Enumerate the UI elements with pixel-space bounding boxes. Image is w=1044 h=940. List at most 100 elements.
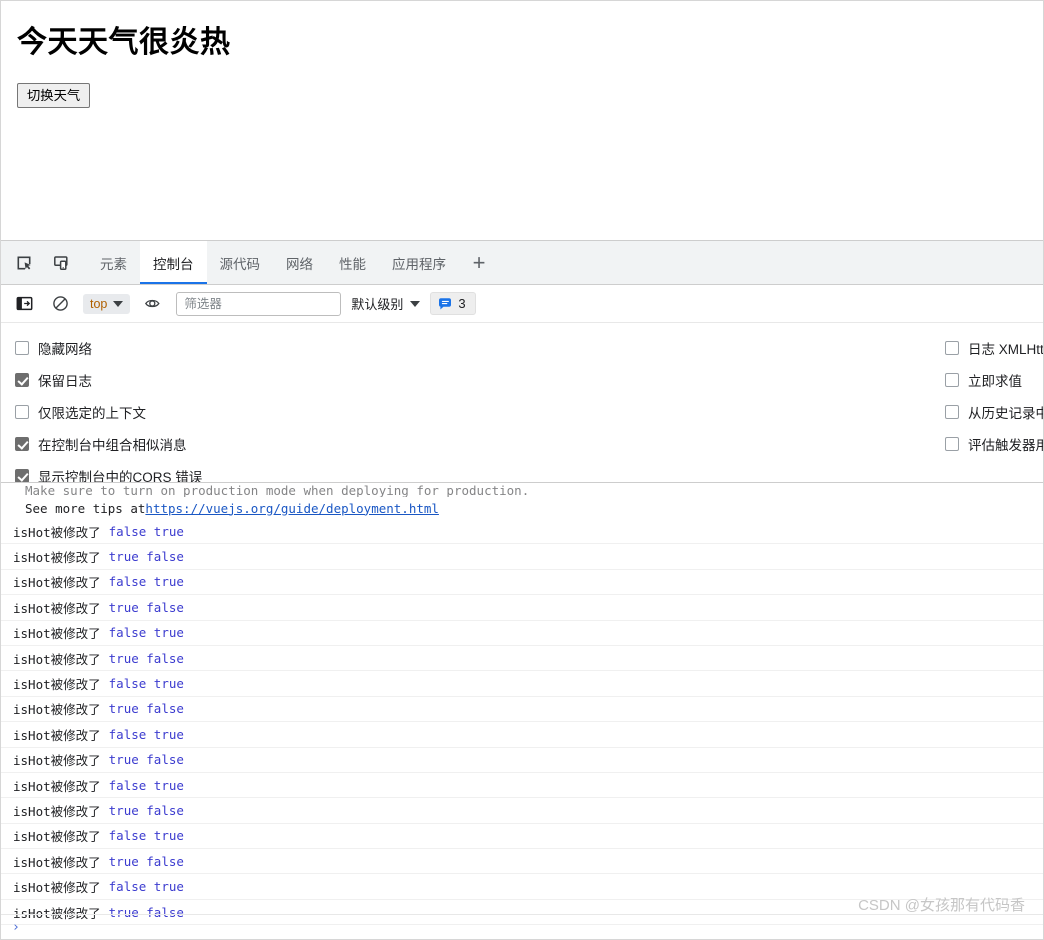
console-log-label: isHot被修改了	[13, 626, 101, 642]
checkbox-icon[interactable]	[15, 341, 29, 355]
setting-label: 从历史记录中自动补全	[968, 406, 1043, 421]
tab-label: 元素	[100, 256, 127, 272]
setting-label: 仅限选定的上下文	[38, 406, 146, 421]
console-log-label: isHot被修改了	[13, 803, 101, 819]
console-sidebar-icon[interactable]	[11, 291, 37, 317]
console-log-row: isHot被修改了 false true	[1, 722, 1043, 748]
console-log-label: isHot被修改了	[13, 702, 101, 718]
setting-log-xhr[interactable]: 日志 XMLHttpRequests	[945, 332, 1043, 364]
console-log-values: false true	[108, 879, 184, 895]
console-log-values: false true	[108, 523, 184, 539]
tab-label: 性能	[339, 256, 366, 272]
setting-eager-evaluation[interactable]: 立即求值	[945, 364, 1043, 396]
console-log-values: false true	[108, 777, 184, 793]
console-settings-left-column: 隐藏网络 保留日志 仅限选定的上下文 在控制台中组合相似消息 显示控制台中的CO…	[15, 332, 202, 482]
console-log-values: false true	[108, 574, 184, 590]
setting-label: 立即求值	[968, 374, 1022, 389]
console-log-label: isHot被修改了	[13, 753, 101, 769]
console-log-values: false true	[108, 828, 184, 844]
console-log-values: true false	[108, 752, 184, 768]
setting-evaluate-triggers-user-activation[interactable]: 评估触发器用户激活	[945, 428, 1043, 460]
checkbox-icon[interactable]	[945, 405, 959, 419]
info-message-icon	[439, 297, 452, 309]
toggle-weather-button[interactable]: 切换天气	[17, 83, 91, 108]
console-log-row: isHot被修改了 true false	[1, 849, 1043, 875]
console-log-label: isHot被修改了	[13, 880, 101, 896]
console-log-label: isHot被修改了	[13, 778, 101, 794]
prompt-symbol: ›	[12, 919, 20, 935]
tab-network[interactable]: 网络	[273, 241, 326, 284]
checkbox-icon[interactable]	[945, 341, 959, 355]
devtools-tabs: 元素 控制台 源代码 网络 性能 应用程序 +	[87, 241, 499, 284]
console-log-values: false true	[108, 726, 184, 742]
setting-label: 日志 XMLHttpRequests	[968, 342, 1043, 357]
setting-selected-context-only[interactable]: 仅限选定的上下文	[15, 396, 202, 428]
setting-hide-network[interactable]: 隐藏网络	[15, 332, 202, 364]
console-log-area[interactable]: Make sure to turn on production mode whe…	[1, 483, 1043, 939]
tab-label: 源代码	[219, 256, 261, 272]
deployment-guide-link[interactable]: https://vuejs.org/guide/deployment.html	[145, 501, 439, 516]
warning-tip-prefix: See more tips at	[25, 500, 146, 516]
setting-autocomplete-from-history[interactable]: 从历史记录中自动补全	[945, 396, 1043, 428]
console-input-prompt[interactable]: ›	[1, 914, 1043, 939]
checkbox-icon[interactable]	[15, 469, 29, 482]
tab-label: 网络	[286, 256, 313, 272]
console-log-values: true false	[108, 650, 184, 666]
setting-label: 保留日志	[38, 374, 92, 389]
console-log-row: isHot被修改了 false true	[1, 671, 1043, 697]
execution-context-label: top	[90, 296, 108, 311]
console-settings-right-column: 日志 XMLHttpRequests 立即求值 从历史记录中自动补全 评估触发器…	[945, 332, 1043, 460]
console-log-row: isHot被修改了 false true	[1, 570, 1043, 596]
setting-show-cors-errors[interactable]: 显示控制台中的CORS 错误	[15, 460, 202, 482]
console-log-label: isHot被修改了	[13, 575, 101, 591]
console-warning-tip-line: See more tips at https://vuejs.org/guide…	[1, 497, 1043, 519]
console-log-row: isHot被修改了 true false	[1, 748, 1043, 773]
devtools-tabbar: 元素 控制台 源代码 网络 性能 应用程序 +	[1, 241, 1043, 285]
console-log-values: true false	[108, 599, 184, 615]
console-filter-input[interactable]	[176, 291, 342, 316]
tab-console[interactable]: 控制台	[140, 241, 207, 284]
tab-elements[interactable]: 元素	[87, 241, 140, 284]
page-content: 今天天气很炎热 切换天气	[1, 1, 1043, 240]
console-log-row: isHot被修改了 false true	[1, 773, 1043, 799]
console-log-row: isHot被修改了 false true	[1, 824, 1043, 850]
tab-sources[interactable]: 源代码	[207, 241, 274, 284]
checkbox-icon[interactable]	[15, 373, 29, 387]
console-log-row: isHot被修改了 true false	[1, 697, 1043, 723]
log-level-selector[interactable]: 默认级别	[351, 294, 421, 313]
checkbox-icon[interactable]	[15, 405, 29, 419]
console-log-values: false true	[108, 676, 184, 692]
device-toolbar-icon[interactable]	[49, 250, 75, 276]
console-log-label: isHot被修改了	[13, 651, 101, 667]
execution-context-selector[interactable]: top	[83, 293, 131, 314]
checkbox-icon[interactable]	[945, 437, 959, 451]
setting-preserve-log[interactable]: 保留日志	[15, 364, 202, 396]
console-log-label: isHot被修改了	[13, 600, 101, 616]
tab-performance[interactable]: 性能	[326, 241, 379, 284]
message-count-value: 3	[458, 296, 466, 311]
devtools-panel: 元素 控制台 源代码 网络 性能 应用程序 + top 筛选器 默认级别 3 隐…	[1, 240, 1043, 939]
page-title: 今天天气很炎热	[17, 26, 231, 59]
message-count-badge[interactable]: 3	[430, 292, 476, 315]
clear-console-icon[interactable]	[47, 291, 73, 317]
console-warning-line: Make sure to turn on production mode whe…	[1, 483, 1043, 497]
chevron-down-icon	[113, 300, 124, 307]
setting-group-similar[interactable]: 在控制台中组合相似消息	[15, 428, 202, 460]
more-tabs-button[interactable]: +	[459, 241, 499, 284]
chevron-down-icon	[410, 300, 421, 307]
console-log-label: isHot被修改了	[13, 677, 101, 693]
console-log-values: true false	[108, 549, 184, 565]
live-expression-icon[interactable]	[140, 291, 166, 317]
checkbox-icon[interactable]	[945, 373, 959, 387]
console-log-label: isHot被修改了	[13, 524, 101, 540]
inspect-element-icon[interactable]	[11, 250, 37, 276]
warning-text: Make sure to turn on production mode whe…	[25, 483, 530, 497]
console-log-row: isHot被修改了 true false	[1, 798, 1043, 824]
checkbox-icon[interactable]	[15, 437, 29, 451]
console-log-label: isHot被修改了	[13, 550, 101, 566]
console-log-values: true false	[108, 853, 184, 869]
setting-label: 隐藏网络	[38, 342, 92, 357]
setting-label: 在控制台中组合相似消息	[38, 438, 187, 453]
console-log-row: isHot被修改了 true false	[1, 544, 1043, 570]
tab-application[interactable]: 应用程序	[379, 241, 459, 284]
